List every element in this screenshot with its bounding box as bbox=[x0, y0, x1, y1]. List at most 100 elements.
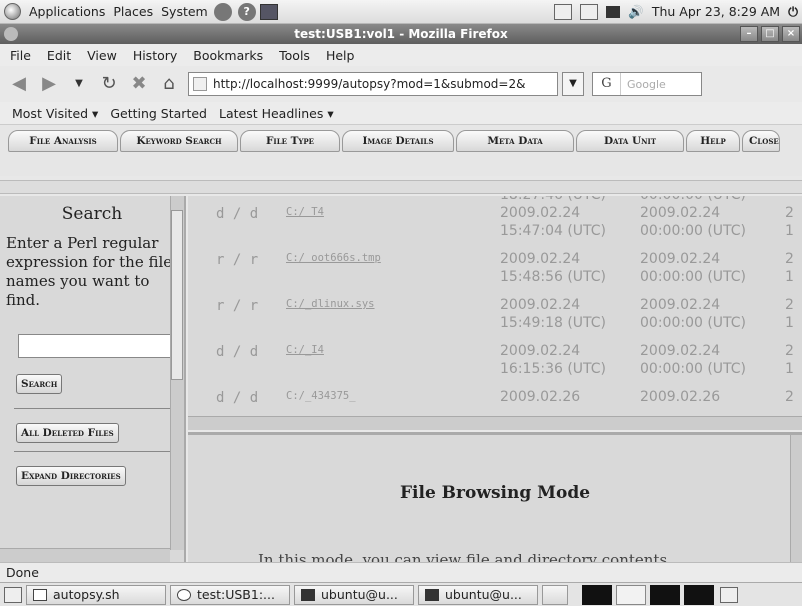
trash-icon[interactable] bbox=[720, 586, 738, 603]
search-bar[interactable]: G Google bbox=[592, 72, 702, 96]
workspace-3[interactable] bbox=[650, 584, 680, 605]
volume-icon[interactable]: 🔊 bbox=[628, 4, 644, 20]
maximize-button[interactable]: □ bbox=[761, 26, 779, 42]
show-desktop-icon[interactable] bbox=[4, 586, 22, 603]
clock[interactable]: Thu Apr 23, 8:29 AM bbox=[652, 4, 780, 19]
menu-tools[interactable]: Tools bbox=[279, 48, 310, 63]
tab-meta-data[interactable]: Meta Data bbox=[456, 130, 574, 152]
home-icon[interactable]: ⌂ bbox=[158, 73, 180, 95]
written-date: 2009.02.24 16:15:36 (UTC) bbox=[500, 343, 607, 377]
menu-help[interactable]: Help bbox=[326, 48, 355, 63]
tab-keyword-search[interactable]: Keyword Search bbox=[120, 130, 238, 152]
top-panel: Applications Places System ? 🔊 Thu Apr 2… bbox=[0, 0, 802, 24]
url-text[interactable]: http://localhost:9999/autopsy?mod=1&subm… bbox=[213, 77, 525, 91]
workspace-4[interactable] bbox=[684, 584, 714, 605]
search-frame-horizontal-scrollbar[interactable] bbox=[0, 548, 170, 562]
file-name-link[interactable]: C:/_dlinux.sys bbox=[286, 298, 375, 310]
table-row[interactable]: r / r C:/_dlinux.sys 2009.02.24 15:49:18 … bbox=[188, 296, 802, 342]
stop-icon[interactable]: ✖ bbox=[128, 73, 150, 95]
file-name-link[interactable]: C:/_I4 bbox=[286, 344, 324, 356]
scrollbar-thumb[interactable] bbox=[171, 210, 183, 380]
workspace-2[interactable] bbox=[616, 584, 646, 605]
file-type: r / r bbox=[216, 298, 259, 314]
written-date: 2009.02.24 15:49:18 (UTC) bbox=[500, 297, 607, 331]
search-frame-vertical-scrollbar[interactable] bbox=[170, 196, 184, 550]
network-icon[interactable] bbox=[606, 5, 621, 18]
help-launcher-icon[interactable]: ? bbox=[237, 2, 256, 21]
changed-date-partial: 21 bbox=[785, 297, 794, 331]
tab-data-unit[interactable]: Data Unit bbox=[576, 130, 684, 152]
partial-date: 00:00:00 (UTC) bbox=[640, 196, 775, 204]
menu-file[interactable]: File bbox=[10, 48, 31, 63]
accessed-date: 2009.02.24 00:00:00 (UTC) bbox=[640, 297, 747, 331]
system-menu[interactable]: System bbox=[161, 4, 208, 19]
search-placeholder[interactable]: Google bbox=[621, 78, 666, 91]
accessed-date: 2009.02.26 bbox=[640, 389, 721, 405]
workspace-1[interactable] bbox=[582, 584, 612, 605]
file-type: d / d bbox=[216, 344, 259, 360]
task-terminal-1[interactable]: ubuntu@u... bbox=[294, 584, 414, 605]
back-icon[interactable]: ◀ bbox=[8, 73, 30, 95]
changed-date-partial: 21 bbox=[785, 205, 794, 239]
terminal-icon bbox=[301, 588, 315, 601]
file-name-link[interactable]: C:/ T4 bbox=[286, 206, 324, 218]
content-frame-vertical-scrollbar[interactable] bbox=[790, 435, 802, 562]
menu-history[interactable]: History bbox=[133, 48, 177, 63]
tab-frame-horizontal-scrollbar[interactable] bbox=[0, 180, 802, 194]
navigation-toolbar: ◀ ▶ ▼ ↻ ✖ ⌂ http://localhost:9999/autops… bbox=[0, 66, 802, 102]
applications-menu[interactable]: Applications bbox=[29, 4, 105, 19]
changed-date-partial: 21 bbox=[785, 343, 794, 377]
minimize-button[interactable]: – bbox=[740, 26, 758, 42]
file-name-link[interactable]: C:/_434375_ bbox=[286, 390, 356, 402]
window-titlebar[interactable]: test:USB1:vol1 - Mozilla Firefox – □ × bbox=[0, 24, 802, 44]
reload-icon[interactable]: ↻ bbox=[98, 73, 120, 95]
tab-image-details[interactable]: Image Details bbox=[342, 130, 454, 152]
status-bar: Done bbox=[0, 562, 802, 582]
written-date: 2009.02.24 15:47:04 (UTC) bbox=[500, 205, 607, 239]
task-extra[interactable] bbox=[542, 584, 568, 605]
power-icon[interactable]: ⏻ bbox=[788, 4, 798, 20]
bookmark-getting-started[interactable]: Getting Started bbox=[110, 106, 207, 121]
bookmark-most-visited[interactable]: Most Visited ▾ bbox=[12, 106, 98, 121]
task-autopsy[interactable]: autopsy.sh bbox=[26, 584, 166, 605]
site-favicon-icon bbox=[193, 77, 207, 91]
written-date: 2009.02.24 15:48:56 (UTC) bbox=[500, 251, 607, 285]
table-row[interactable]: d / d C:/_I4 2009.02.24 16:15:36 (UTC) 20… bbox=[188, 342, 802, 388]
url-bar[interactable]: http://localhost:9999/autopsy?mod=1&subm… bbox=[188, 72, 558, 96]
table-row[interactable]: d / d C:/ T4 2009.02.24 15:47:04 (UTC) 20… bbox=[188, 204, 802, 250]
forward-icon[interactable]: ▶ bbox=[38, 73, 60, 95]
file-type: d / d bbox=[216, 206, 259, 222]
gnome-foot-icon[interactable] bbox=[4, 3, 21, 20]
keyboard-indicator-icon[interactable] bbox=[554, 3, 573, 20]
search-input[interactable] bbox=[18, 334, 173, 358]
changed-date-partial: 2 bbox=[785, 389, 794, 405]
task-terminal-2[interactable]: ubuntu@u... bbox=[418, 584, 538, 605]
bookmark-latest-headlines[interactable]: Latest Headlines ▾ bbox=[219, 106, 334, 121]
expand-directories-button[interactable]: Expand Directories bbox=[16, 466, 126, 486]
search-engine-icon[interactable]: G bbox=[593, 73, 621, 95]
tab-help[interactable]: Help bbox=[686, 130, 740, 152]
tab-file-type[interactable]: File Type bbox=[240, 130, 340, 152]
tab-close[interactable]: Close bbox=[742, 130, 780, 152]
tab-file-analysis[interactable]: File Analysis bbox=[8, 130, 118, 152]
terminal-icon bbox=[425, 588, 439, 601]
window-menu-icon[interactable] bbox=[4, 27, 18, 41]
places-menu[interactable]: Places bbox=[113, 4, 153, 19]
history-dropdown-icon[interactable]: ▼ bbox=[68, 73, 90, 95]
menu-edit[interactable]: Edit bbox=[47, 48, 71, 63]
menu-bar: File Edit View History Bookmarks Tools H… bbox=[0, 44, 802, 66]
url-dropdown-icon[interactable]: ▼ bbox=[562, 72, 584, 96]
clipboard-indicator-icon[interactable] bbox=[580, 3, 599, 20]
firefox-launcher-icon[interactable] bbox=[213, 2, 232, 21]
table-row[interactable]: r / r C:/ oot666s.tmp 2009.02.24 15:48:56… bbox=[188, 250, 802, 296]
task-firefox[interactable]: test:USB1:... bbox=[170, 584, 290, 605]
terminal-launcher-icon[interactable] bbox=[259, 3, 278, 20]
browse-mode-description: In this mode, you can view file and dire… bbox=[258, 551, 672, 562]
close-window-button[interactable]: × bbox=[782, 26, 800, 42]
file-name-link[interactable]: C:/ oot666s.tmp bbox=[286, 252, 381, 264]
listing-horizontal-scrollbar[interactable] bbox=[188, 416, 802, 430]
all-deleted-files-button[interactable]: All Deleted Files bbox=[16, 423, 119, 443]
menu-view[interactable]: View bbox=[87, 48, 117, 63]
search-button[interactable]: Search bbox=[16, 374, 63, 394]
menu-bookmarks[interactable]: Bookmarks bbox=[193, 48, 263, 63]
